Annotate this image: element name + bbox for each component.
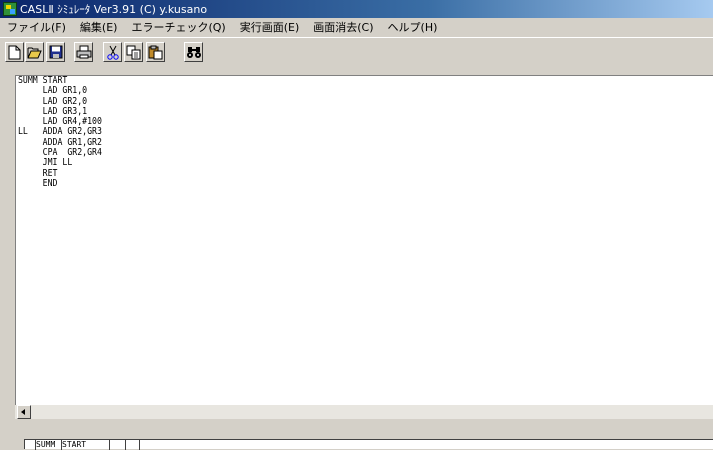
menu-bar: ファイル(F) 編集(E) エラーチェック(Q) 実行画面(E) 画面消去(C)… (0, 18, 713, 36)
cut-button[interactable] (103, 42, 122, 62)
code-line[interactable]: LAD GR1,0 (18, 86, 588, 96)
new-file-icon (8, 45, 21, 59)
output-grid[interactable]: SUMM START (24, 439, 713, 450)
title-bar[interactable]: CASLⅡ ｼﾐｭﾚｰﾀ Ver3.91 (C) y.kusano (0, 0, 713, 18)
menu-edit[interactable]: 編集(E) (73, 19, 125, 35)
code-line[interactable]: LAD GR3,1 (18, 106, 588, 117)
code-line[interactable]: LAD GR2,0 (18, 96, 588, 107)
code-line[interactable]: LL ADDA GR2,GR3 (18, 127, 588, 137)
code-editor[interactable]: SUMM START LAD GR1,0 LAD GR2,0 LAD GR3,1… (15, 75, 713, 405)
save-disk-icon (49, 45, 62, 59)
code-lines: SUMM START LAD GR1,0 LAD GR2,0 LAD GR3,1… (16, 76, 713, 189)
print-button[interactable] (74, 42, 93, 62)
copy-button[interactable] (124, 42, 143, 62)
code-line[interactable]: RET (18, 168, 588, 179)
menu-error-check[interactable]: エラーチェック(Q) (124, 19, 232, 35)
code-line[interactable]: ADDA GR1,GR2 (18, 137, 588, 148)
cut-scissors-icon (106, 45, 119, 60)
open-button[interactable] (25, 42, 44, 62)
open-folder-icon (27, 47, 42, 59)
code-line[interactable]: CPA GR2,GR4 (18, 147, 588, 158)
window-title: CASLⅡ ｼﾐｭﾚｰﾀ Ver3.91 (C) y.kusano (20, 3, 208, 16)
horizontal-scrollbar[interactable] (15, 405, 713, 419)
scroll-left-button[interactable] (17, 405, 31, 419)
new-file-button[interactable] (5, 42, 24, 62)
code-line[interactable]: LAD GR4,#100 (18, 117, 588, 127)
menu-help[interactable]: ヘルプ(H) (381, 19, 445, 35)
copy-icon (126, 45, 141, 59)
find-binoculars-icon (186, 47, 201, 58)
save-button[interactable] (46, 42, 65, 62)
toolbar (0, 37, 713, 70)
find-button[interactable] (184, 42, 203, 62)
app-icon[interactable] (3, 2, 17, 16)
paste-button[interactable] (146, 42, 165, 62)
menu-run-screen[interactable]: 実行画面(E) (233, 19, 307, 35)
menu-file[interactable]: ファイル(F) (0, 19, 73, 35)
paste-icon (148, 45, 163, 59)
print-icon (76, 45, 91, 59)
code-line[interactable]: END (18, 178, 588, 189)
code-line[interactable]: SUMM START (18, 76, 588, 86)
menu-clear-screen[interactable]: 画面消去(C) (306, 19, 380, 35)
code-line[interactable]: JMI LL (18, 158, 588, 168)
